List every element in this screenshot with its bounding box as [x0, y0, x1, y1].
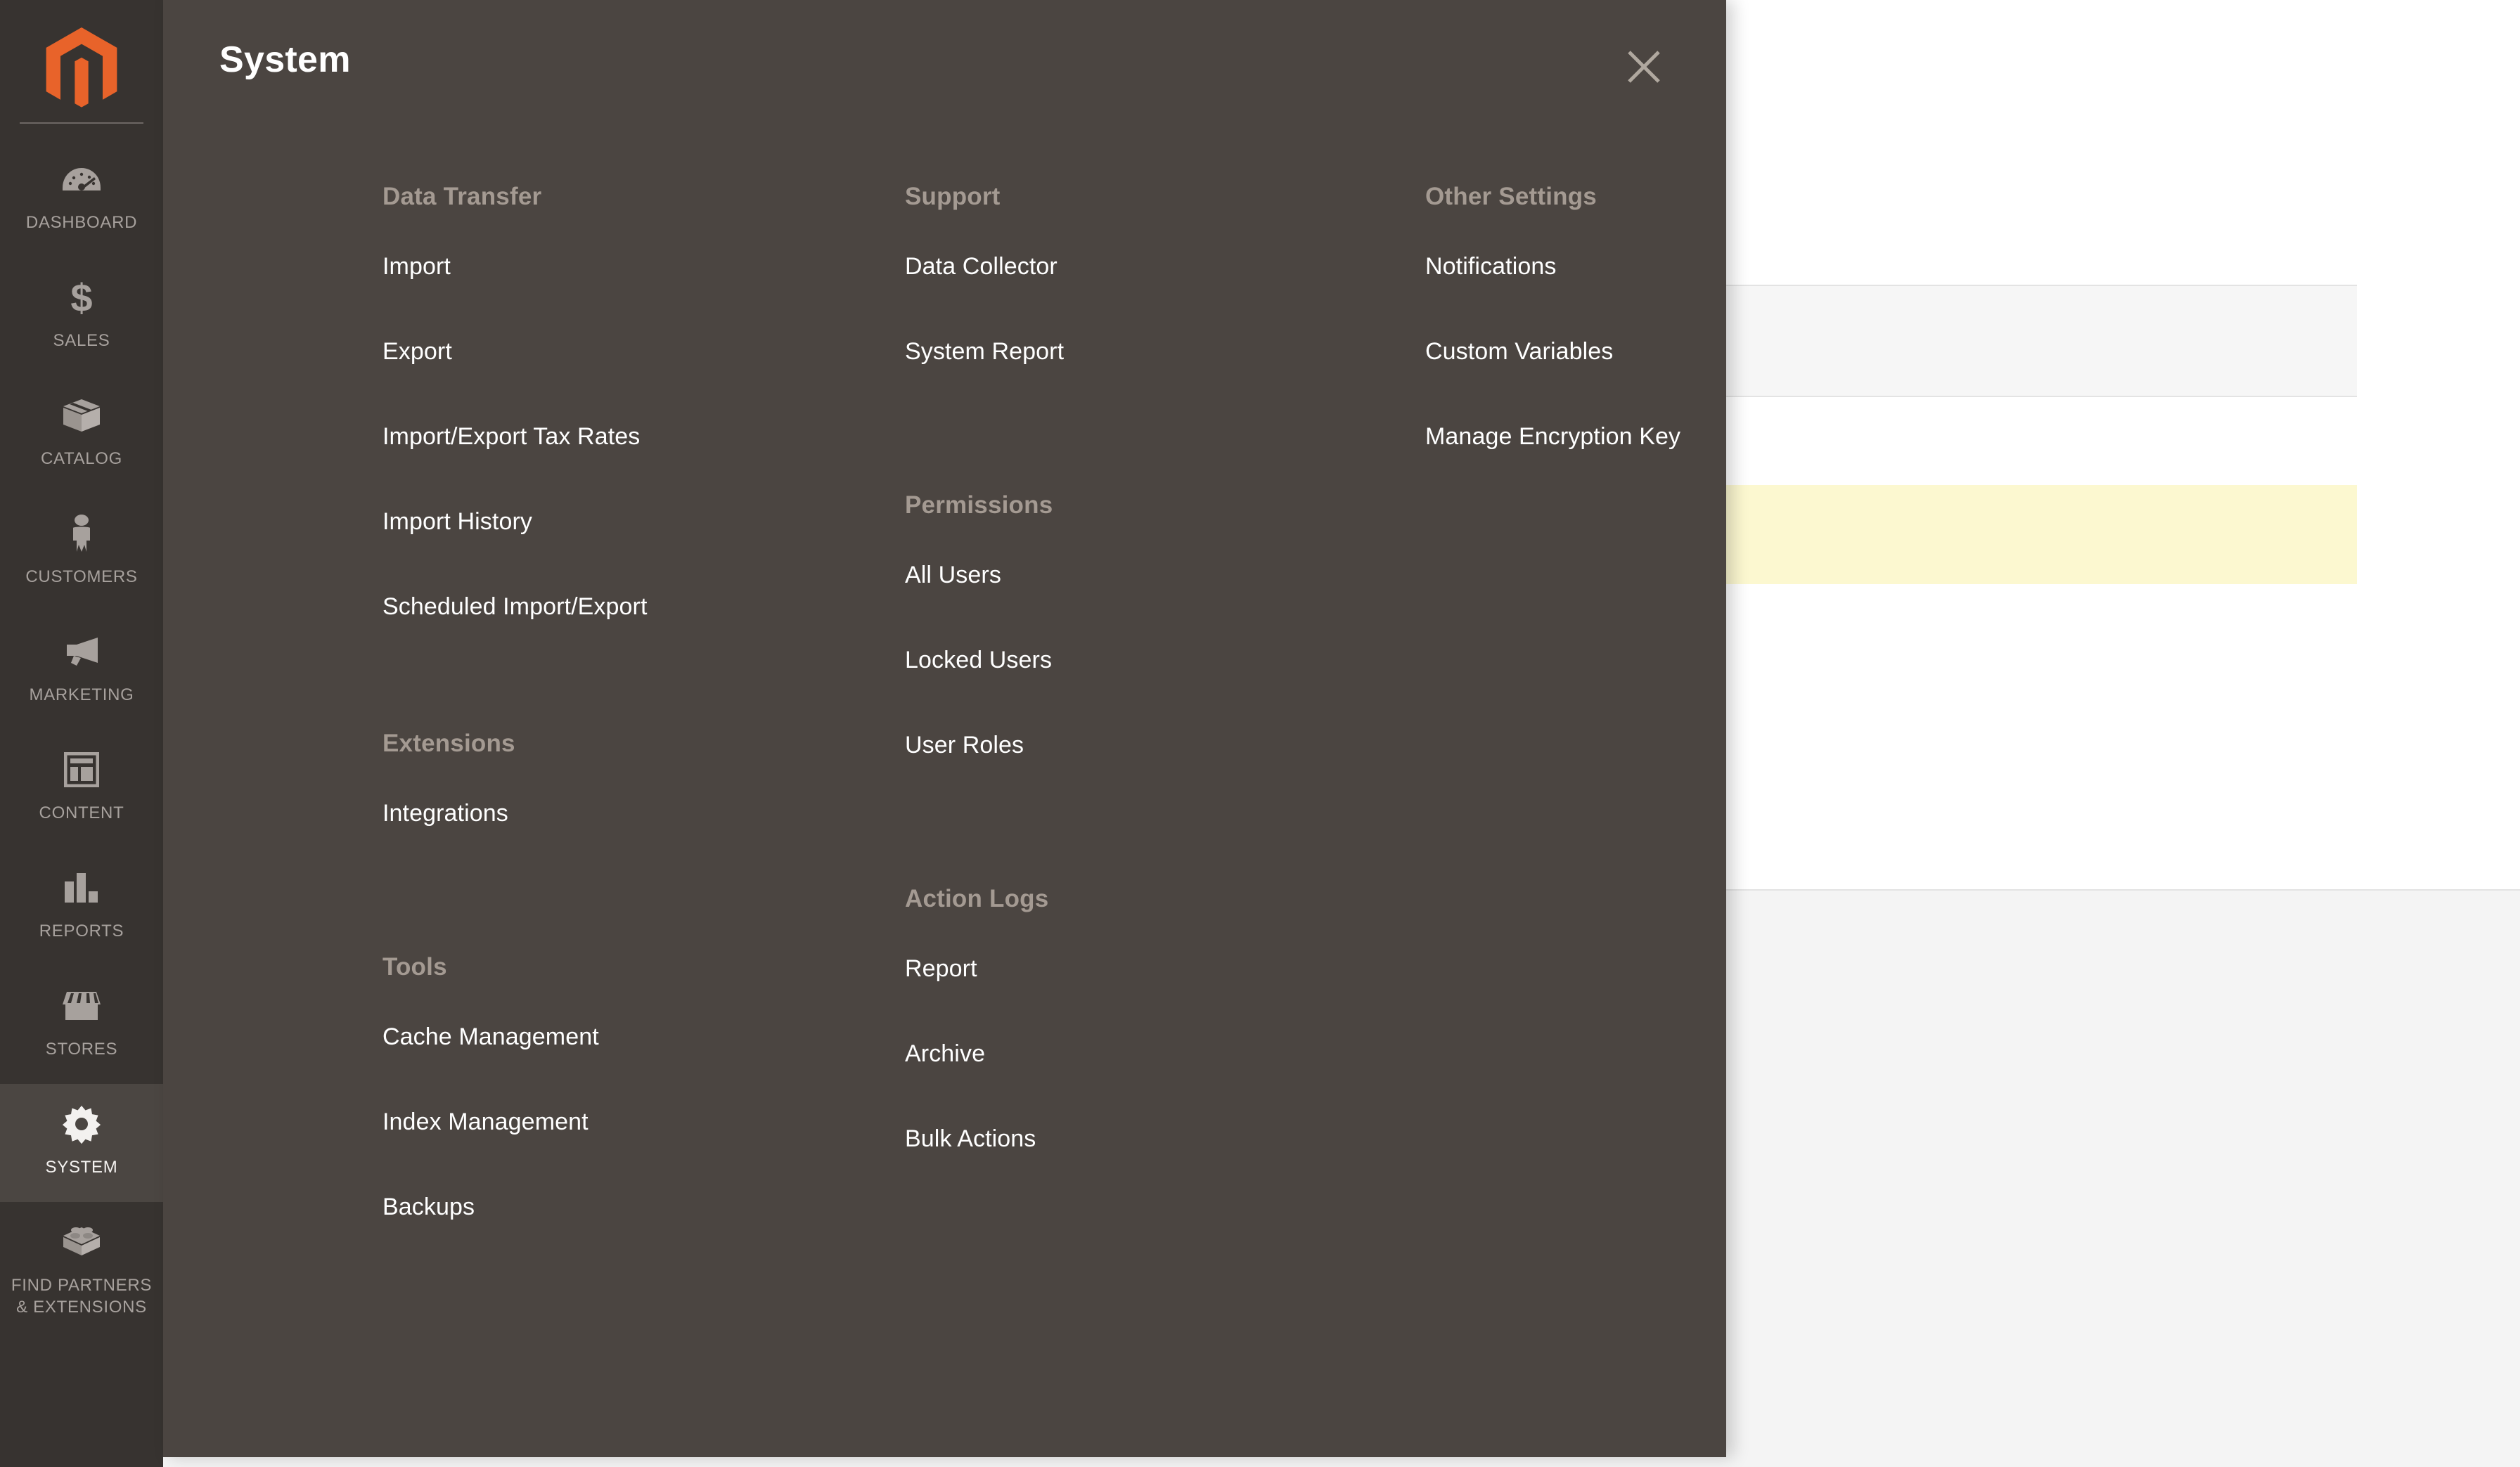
menu-item-locked-users[interactable]: Locked Users	[905, 648, 1418, 672]
menu-item-manage-encryption-key[interactable]: Manage Encryption Key	[1425, 425, 1721, 448]
menu-group-spacer	[905, 363, 1418, 491]
menu-group-title: Tools	[382, 953, 447, 981]
menu-group-spacer	[905, 757, 1418, 885]
sidebar-item-label: CATALOG	[40, 449, 123, 468]
dollar-sign-icon: $	[60, 276, 103, 319]
menu-item-system-report[interactable]: System Report	[905, 340, 1418, 363]
sidebar-item-label: SYSTEM	[45, 1158, 118, 1177]
menu-column-support: Support Data Collector System Report Per…	[905, 183, 1418, 1151]
menu-item-import[interactable]: Import	[382, 254, 896, 278]
menu-item-report[interactable]: Report	[905, 957, 1418, 981]
sidebar-item-label: CUSTOMERS	[25, 567, 138, 586]
menu-item-integrations[interactable]: Integrations	[382, 801, 896, 825]
menu-item-data-collector[interactable]: Data Collector	[905, 254, 1418, 278]
menu-item-user-roles[interactable]: User Roles	[905, 733, 1418, 757]
menu-group-action-logs: Action Logs Report Archive Bulk Actions	[905, 885, 1418, 1151]
menu-item-import-history[interactable]: Import History	[382, 510, 896, 534]
sidebar-item-stores[interactable]: STORES	[0, 966, 163, 1084]
sidebar-item-label: CONTENT	[39, 803, 124, 822]
menu-group-items: Cache Management Index Management Backup…	[382, 1025, 896, 1219]
menu-group-title: Support	[905, 183, 1001, 210]
gear-icon	[60, 1102, 103, 1146]
menu-item-backups[interactable]: Backups	[382, 1195, 896, 1219]
menu-group-items: All Users Locked Users User Roles	[905, 563, 1418, 757]
sidebar-item-sales[interactable]: $ SALES	[0, 257, 163, 375]
menu-group-support: Support Data Collector System Report	[905, 183, 1418, 363]
page-title: System	[219, 39, 351, 80]
menu-group-title: Action Logs	[905, 885, 1049, 912]
menu-item-archive[interactable]: Archive	[905, 1042, 1418, 1066]
sidebar-item-customers[interactable]: CUSTOMERS	[0, 493, 163, 612]
close-button[interactable]	[1619, 42, 1669, 91]
menu-group-items: Data Collector System Report	[905, 254, 1418, 363]
layout-panel-icon	[60, 748, 103, 791]
close-icon	[1628, 51, 1660, 83]
primary-sidebar: DASHBOARD $ SALES CATALOG CUSTOMERS MARK…	[0, 0, 163, 1467]
menu-group-other-settings: Other Settings Notifications Custom Vari…	[1425, 183, 1721, 448]
storefront-icon	[60, 984, 103, 1028]
sidebar-item-label: REPORTS	[39, 922, 124, 941]
menu-group-extensions: Extensions Integrations	[382, 730, 896, 825]
menu-group-data-transfer: Data Transfer Import Export Import/Expor…	[382, 183, 896, 619]
menu-group-spacer	[382, 619, 896, 730]
sidebar-item-reports[interactable]: REPORTS	[0, 848, 163, 966]
box-icon	[60, 394, 103, 437]
sidebar-item-label: STORES	[45, 1040, 118, 1059]
sidebar-item-label: MARKETING	[29, 685, 134, 704]
menu-group-items: Integrations	[382, 801, 896, 825]
sidebar-item-label: SALES	[53, 331, 110, 350]
menu-item-cache-management[interactable]: Cache Management	[382, 1025, 896, 1049]
menu-group-spacer	[382, 825, 896, 953]
menu-item-all-users[interactable]: All Users	[905, 563, 1418, 587]
magento-logo[interactable]	[0, 0, 163, 139]
sidebar-item-label-line2: & EXTENSIONS	[16, 1297, 147, 1317]
bar-chart-icon	[60, 866, 103, 910]
sidebar-item-label: DASHBOARD	[25, 213, 138, 232]
sidebar-item-catalog[interactable]: CATALOG	[0, 375, 163, 493]
sidebar-item-marketing[interactable]: MARKETING	[0, 612, 163, 730]
sidebar-item-system[interactable]: SYSTEM	[0, 1084, 163, 1202]
menu-item-notifications[interactable]: Notifications	[1425, 254, 1721, 278]
menu-group-title: Permissions	[905, 491, 1053, 519]
menu-group-title: Data Transfer	[382, 183, 542, 210]
sidebar-item-label: FIND PARTNERS & EXTENSIONS	[11, 1275, 152, 1318]
person-icon	[60, 512, 103, 555]
sidebar-item-find-partners-extensions[interactable]: FIND PARTNERS & EXTENSIONS	[0, 1202, 163, 1340]
menu-group-title: Other Settings	[1425, 183, 1597, 210]
menu-group-permissions: Permissions All Users Locked Users User …	[905, 491, 1418, 757]
menu-item-export[interactable]: Export	[382, 340, 896, 363]
menu-item-import-export-tax-rates[interactable]: Import/Export Tax Rates	[382, 425, 896, 448]
sidebar-item-content[interactable]: CONTENT	[0, 730, 163, 848]
system-menu-panel: System Data Transfer Import Export Impor…	[163, 0, 1726, 1457]
sidebar-item-label-line1: FIND PARTNERS	[11, 1276, 153, 1295]
magento-logo-icon	[46, 27, 117, 108]
menu-group-items: Report Archive Bulk Actions	[905, 957, 1418, 1151]
sidebar-item-dashboard[interactable]: DASHBOARD	[0, 139, 163, 257]
menu-item-scheduled-import-export[interactable]: Scheduled Import/Export	[382, 595, 896, 619]
menu-column-other-settings: Other Settings Notifications Custom Vari…	[1425, 183, 1721, 448]
menu-item-index-management[interactable]: Index Management	[382, 1110, 896, 1134]
menu-column-data-transfer: Data Transfer Import Export Import/Expor…	[382, 183, 896, 1219]
dashboard-gauge-icon	[60, 157, 103, 201]
menu-group-title: Extensions	[382, 730, 515, 757]
menu-item-bulk-actions[interactable]: Bulk Actions	[905, 1127, 1418, 1151]
menu-group-items: Notifications Custom Variables Manage En…	[1425, 254, 1721, 448]
menu-group-items: Import Export Import/Export Tax Rates Im…	[382, 254, 896, 619]
menu-item-custom-variables[interactable]: Custom Variables	[1425, 340, 1721, 363]
puzzle-brick-icon	[60, 1220, 103, 1264]
svg-text:$: $	[70, 278, 92, 317]
megaphone-icon	[60, 630, 103, 673]
menu-group-tools: Tools Cache Management Index Management …	[382, 953, 896, 1219]
